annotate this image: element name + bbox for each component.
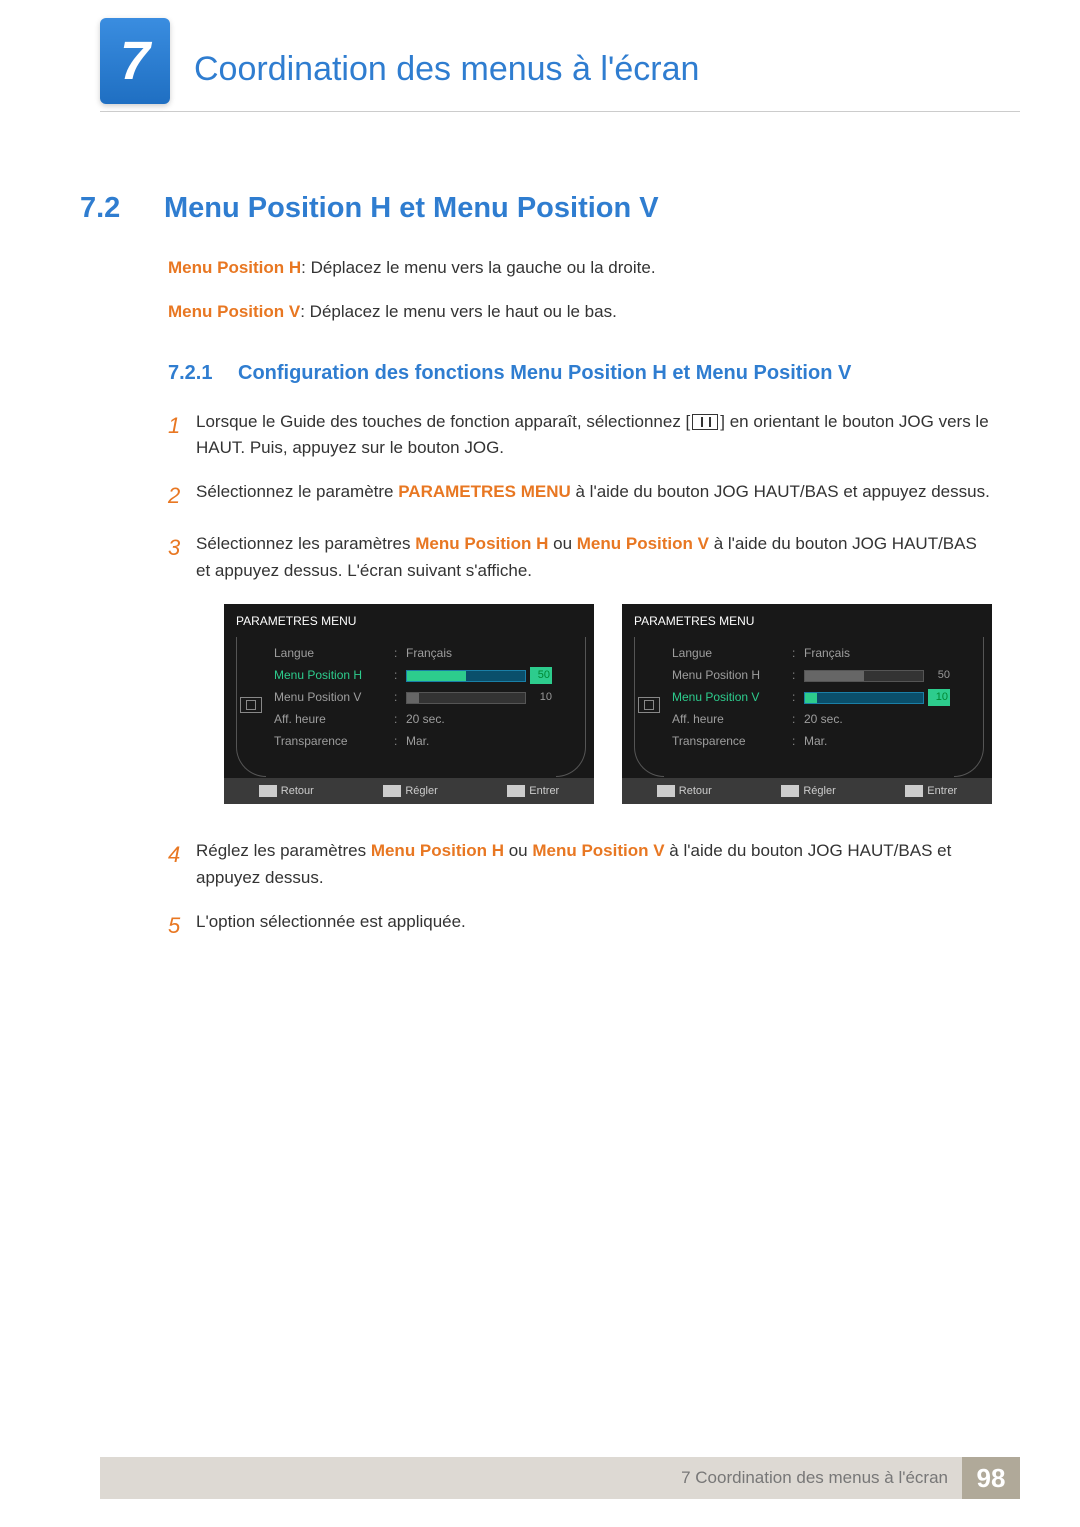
osd-panel-h: PARAMETRES MENU Langue:Français Menu Pos… [224,604,594,804]
step-text: Sélectionnez les paramètres Menu Positio… [196,531,992,820]
osd-footer: Retour Régler Entrer [622,778,992,804]
chapter-badge: 7 [100,18,170,104]
definition-h: Menu Position H: Déplacez le menu vers l… [168,255,990,281]
definition-v-text: : Déplacez le menu vers le haut ou le ba… [300,302,617,321]
osd-title: PARAMETRES MENU [622,604,992,637]
back-icon [657,785,675,797]
page-header: 7 Coordination des menus à l'écran [0,0,1080,89]
osd-arc-right [954,637,984,777]
subsection-title: Configuration des fonctions Menu Positio… [238,362,851,385]
page-number: 98 [962,1457,1020,1499]
osd-footer: Retour Régler Entrer [224,778,594,804]
definition-h-label: Menu Position H [168,258,301,277]
osd-screenshots: PARAMETRES MENU Langue:Français Menu Pos… [224,604,992,804]
enter-icon [905,785,923,797]
adjust-icon [383,785,401,797]
step-number: 4 [168,838,196,891]
step-4: 4 Réglez les paramètres Menu Position H … [168,838,990,891]
step-2: 2 Sélectionnez le paramètre PARAMETRES M… [168,479,990,513]
definition-v-label: Menu Position V [168,302,300,321]
section-number: 7.2 [80,192,164,225]
step-text: Réglez les paramètres Menu Position H ou… [196,838,990,891]
step-text: Sélectionnez le paramètre PARAMETRES MEN… [196,479,990,513]
step-number: 1 [168,409,196,462]
step-3: 3 Sélectionnez les paramètres Menu Posit… [168,531,990,820]
subsection-heading: 7.2.1 Configuration des fonctions Menu P… [168,362,990,385]
step-text: Lorsque le Guide des touches de fonction… [196,409,990,462]
back-icon [259,785,277,797]
step-number: 2 [168,479,196,513]
source-icon [638,697,660,713]
step-1: 1 Lorsque le Guide des touches de foncti… [168,409,990,462]
section-title: Menu Position H et Menu Position V [164,192,659,225]
chapter-title: Coordination des menus à l'écran [194,28,1020,89]
source-icon [240,697,262,713]
osd-title: PARAMETRES MENU [224,604,594,637]
header-divider [100,111,1020,112]
steps-list: 1 Lorsque le Guide des touches de foncti… [168,409,990,943]
step-number: 5 [168,909,196,943]
section-heading: 7.2 Menu Position H et Menu Position V [80,192,1020,225]
definition-v: Menu Position V: Déplacez le menu vers l… [168,299,990,325]
menu-icon [692,414,718,430]
page-footer: 7 Coordination des menus à l'écran 98 [100,1457,1020,1499]
step-number: 3 [168,531,196,820]
enter-icon [507,785,525,797]
step-5: 5 L'option sélectionnée est appliquée. [168,909,990,943]
subsection-number: 7.2.1 [168,362,238,385]
osd-panel-v: PARAMETRES MENU Langue:Français Menu Pos… [622,604,992,804]
osd-arc-right [556,637,586,777]
adjust-icon [781,785,799,797]
footer-title: 7 Coordination des menus à l'écran [681,1468,962,1488]
step-text: L'option sélectionnée est appliquée. [196,909,990,943]
chapter-number: 7 [120,30,150,92]
definition-h-text: : Déplacez le menu vers la gauche ou la … [301,258,655,277]
